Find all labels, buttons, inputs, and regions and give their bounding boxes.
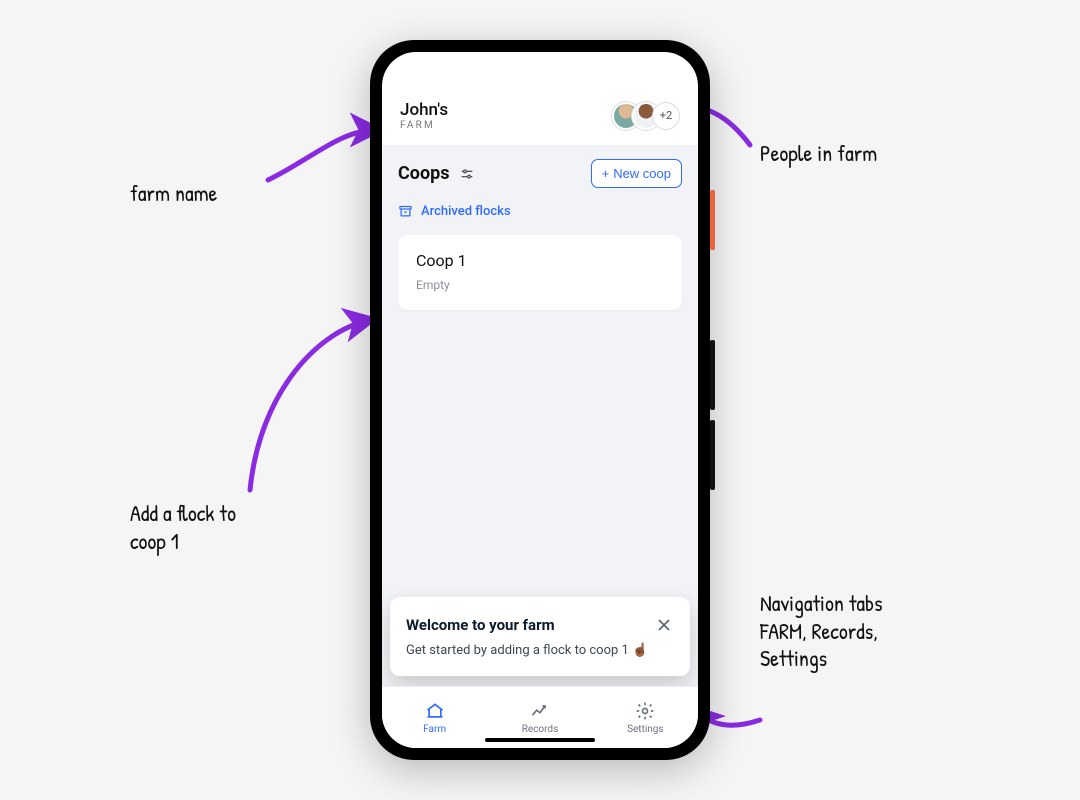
- coop-status: Empty: [416, 278, 664, 292]
- annotation-farm-name: farm name: [130, 180, 217, 208]
- tab-settings[interactable]: Settings: [593, 687, 698, 748]
- archived-label: Archived flocks: [421, 204, 511, 219]
- trend-icon: [530, 701, 550, 721]
- new-coop-label: New coop: [613, 166, 671, 181]
- app-header: John's FARM +2: [382, 96, 698, 145]
- annotation-add-flock: Add a flock to coop 1: [130, 500, 236, 555]
- close-icon[interactable]: [654, 615, 674, 635]
- people-chips[interactable]: +2: [612, 102, 680, 130]
- app-screen: John's FARM +2 Coops: [382, 52, 698, 748]
- tab-farm[interactable]: Farm: [382, 687, 487, 748]
- archive-icon: [398, 204, 413, 219]
- annotation-tabs: Navigation tabs FARM, Records, Settings: [760, 590, 883, 673]
- people-more-badge: +2: [652, 102, 680, 130]
- toast-title: Welcome to your farm: [406, 616, 555, 634]
- tab-records-label: Records: [522, 724, 559, 735]
- phone-frame: John's FARM +2 Coops: [370, 40, 710, 760]
- coop-card[interactable]: Coop 1 Empty: [398, 235, 682, 310]
- farm-title[interactable]: John's FARM: [400, 100, 448, 131]
- tab-farm-label: Farm: [423, 724, 446, 735]
- new-coop-button[interactable]: + New coop: [591, 159, 682, 188]
- plus-icon: +: [602, 166, 610, 181]
- coop-name: Coop 1: [416, 251, 664, 270]
- farm-name: John's: [400, 100, 448, 120]
- home-icon: [425, 701, 445, 721]
- annotation-people: People in farm: [760, 140, 877, 168]
- archived-flocks-link[interactable]: Archived flocks: [398, 204, 682, 219]
- toast-body: Get started by adding a flock to coop 1 …: [406, 643, 674, 658]
- welcome-toast: Welcome to your farm Get started by addi…: [390, 597, 690, 676]
- gesture-bar: [485, 738, 595, 742]
- farm-label: FARM: [400, 120, 448, 131]
- status-bar: [382, 52, 698, 96]
- gear-icon: [635, 701, 655, 721]
- coops-heading: Coops: [398, 163, 449, 184]
- tab-settings-label: Settings: [627, 724, 664, 735]
- filter-icon[interactable]: [459, 166, 475, 182]
